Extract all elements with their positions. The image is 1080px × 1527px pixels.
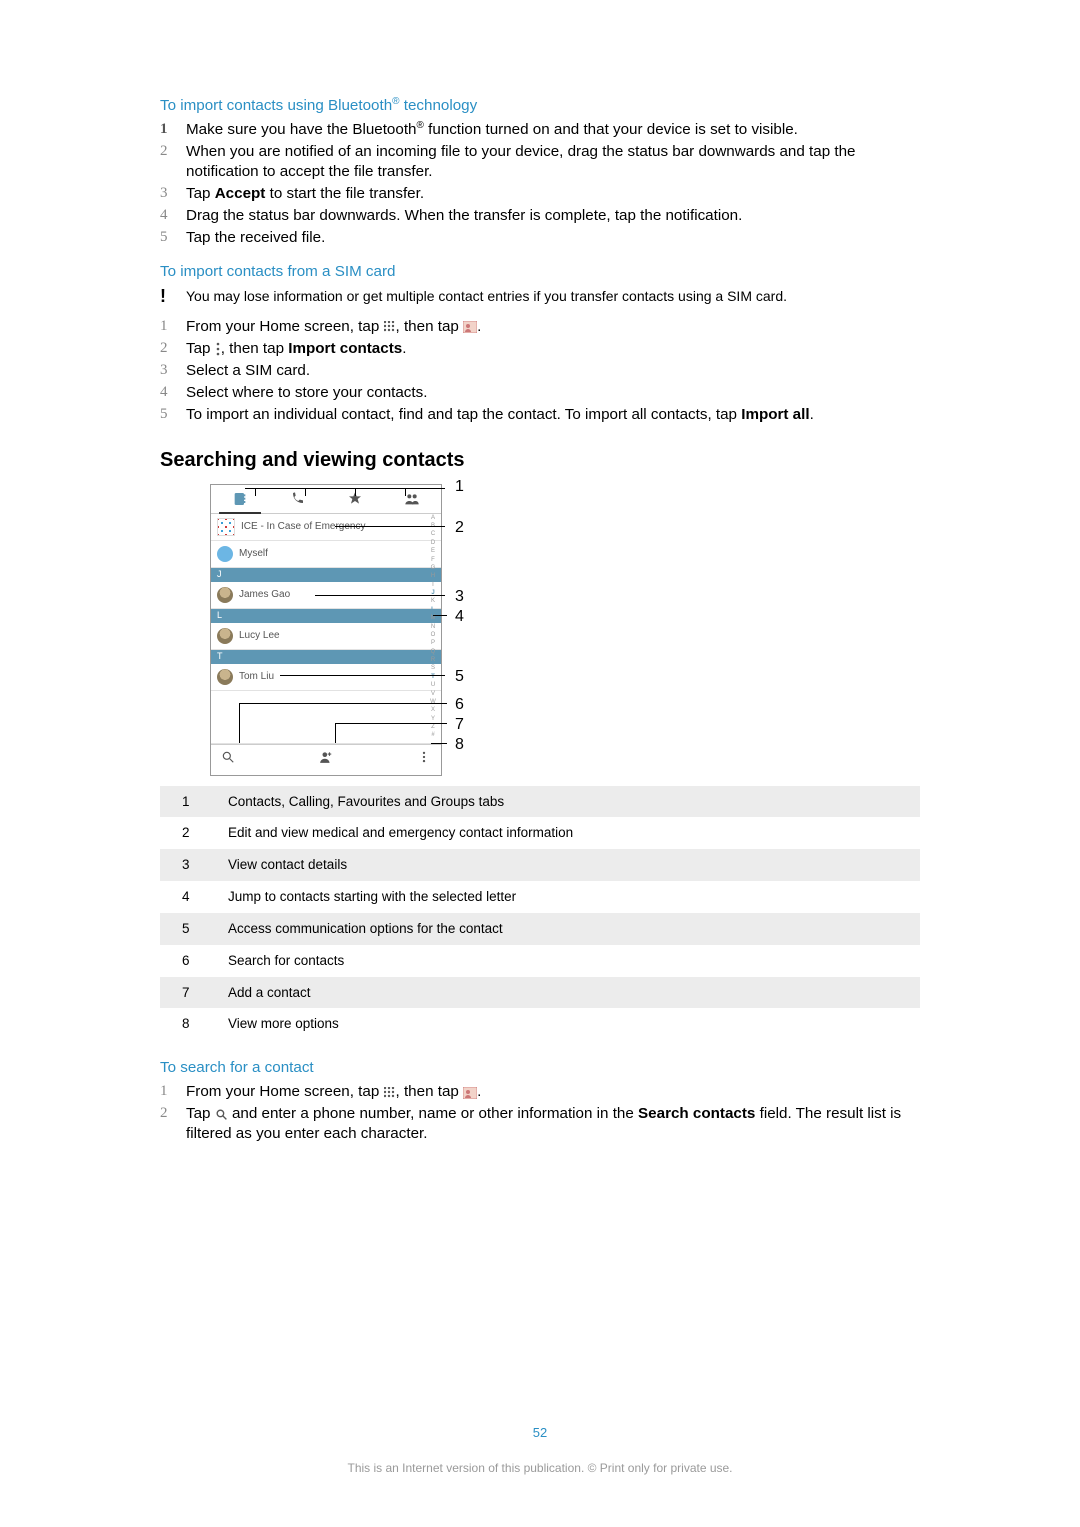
heading-searching-viewing: Searching and viewing contacts (160, 447, 920, 473)
alphabet-index[interactable]: ABCDEFGHIJKLMNOPQRSTUVWXYZ# (427, 515, 439, 741)
tab-groups[interactable] (384, 485, 442, 513)
callout-legend: 1Contacts, Calling, Favourites and Group… (160, 786, 920, 1041)
callout-1: 1 (455, 476, 464, 497)
callout-3: 3 (455, 586, 464, 607)
section-header-l: L (211, 609, 441, 623)
contacts-screenshot: ICE - In Case of Emergency Myself J Jame… (210, 484, 590, 776)
apps-icon (384, 319, 396, 334)
search-icon[interactable] (221, 750, 235, 769)
avatar-icon (217, 546, 233, 562)
heading-search-contact: To search for a contact (160, 1058, 920, 1078)
tab-calling[interactable] (269, 485, 327, 513)
list-item: 2Tap and enter a phone number, name or o… (160, 1104, 920, 1144)
tabs-row (211, 485, 441, 514)
list-item: 5Tap the received file. (160, 228, 920, 248)
more-options-icon[interactable] (417, 750, 431, 769)
legend-row: 1Contacts, Calling, Favourites and Group… (160, 786, 920, 818)
callout-5: 5 (455, 666, 464, 687)
list-item: 5To import an individual contact, find a… (160, 405, 920, 425)
list-item: 1From your Home screen, tap , then tap . (160, 317, 920, 337)
contacts-icon (463, 1085, 477, 1100)
list-item: 4Select where to store your contacts. (160, 383, 920, 403)
row-myself[interactable]: Myself (211, 541, 441, 568)
bottom-toolbar (211, 744, 441, 775)
list-item: 1From your Home screen, tap , then tap . (160, 1082, 920, 1102)
section-header-t: T (211, 650, 441, 664)
section-header-j: J (211, 568, 441, 582)
callout-7: 7 (455, 714, 464, 735)
legend-row: 7Add a contact (160, 977, 920, 1009)
list-search-contact: 1From your Home screen, tap , then tap .… (160, 1082, 920, 1144)
tab-contacts[interactable] (211, 485, 269, 513)
legend-row: 2Edit and view medical and emergency con… (160, 817, 920, 849)
ice-icon (217, 518, 235, 536)
avatar-icon (217, 669, 233, 685)
callout-2: 2 (455, 517, 464, 538)
list-item: 2Tap , then tap Import contacts. (160, 339, 920, 359)
list-item: 1Make sure you have the Bluetooth® funct… (160, 120, 920, 140)
callout-8: 8 (455, 734, 464, 755)
apps-icon (384, 1085, 396, 1100)
list-item: 3Tap Accept to start the file transfer. (160, 184, 920, 204)
avatar-icon (217, 628, 233, 644)
list-item: 3Select a SIM card. (160, 361, 920, 381)
list-item: 2When you are notified of an incoming fi… (160, 142, 920, 182)
legend-row: 5Access communication options for the co… (160, 913, 920, 945)
list-import-bluetooth: 1Make sure you have the Bluetooth® funct… (160, 120, 920, 248)
callout-6: 6 (455, 694, 464, 715)
note-sim-warning: ! You may lose information or get multip… (160, 287, 920, 305)
row-contact-tom[interactable]: Tom Liu (211, 664, 441, 691)
callout-4: 4 (455, 606, 464, 627)
list-item: 4Drag the status bar downwards. When the… (160, 206, 920, 226)
legend-row: 3View contact details (160, 849, 920, 881)
legend-row: 8View more options (160, 1008, 920, 1040)
heading-import-sim: To import contacts from a SIM card (160, 262, 920, 282)
contacts-icon (463, 319, 477, 334)
add-contact-icon[interactable] (319, 750, 333, 769)
row-contact-lucy[interactable]: Lucy Lee (211, 623, 441, 650)
legend-row: 6Search for contacts (160, 945, 920, 977)
avatar-icon (217, 587, 233, 603)
search-icon (215, 1107, 228, 1122)
warning-icon: ! (160, 287, 186, 305)
page-number: 52 (0, 1424, 1080, 1441)
heading-import-bluetooth: To import contacts using Bluetooth® tech… (160, 96, 920, 116)
list-import-sim: 1From your Home screen, tap , then tap .… (160, 317, 920, 425)
copyright-text: This is an Internet version of this publ… (0, 1461, 1080, 1477)
legend-row: 4Jump to contacts starting with the sele… (160, 881, 920, 913)
more-icon (215, 341, 221, 356)
row-ice[interactable]: ICE - In Case of Emergency (211, 514, 441, 541)
